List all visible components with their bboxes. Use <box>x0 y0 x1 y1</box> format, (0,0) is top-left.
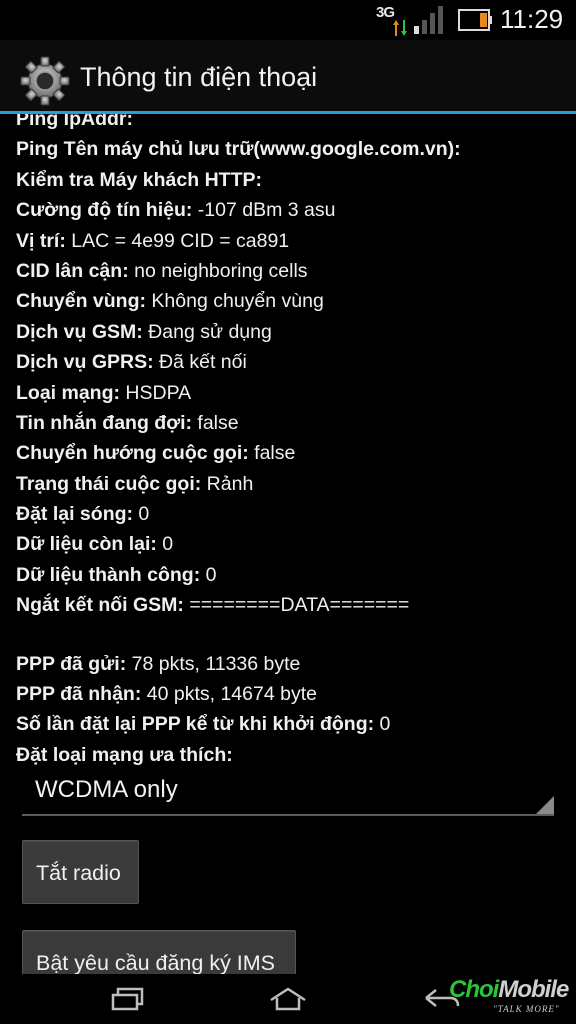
row-label: Dịch vụ GSM: <box>16 320 143 343</box>
network-type: 3G <box>376 4 395 21</box>
gear-icon[interactable] <box>20 56 70 106</box>
row-value: Rảnh <box>201 472 254 495</box>
clock: 11:29 <box>500 4 564 34</box>
dropdown-triangle-icon <box>536 796 554 814</box>
row-label: Ngắt kết nối GSM: <box>16 594 184 617</box>
data-activity-icon <box>393 20 407 36</box>
row-label: Vị trí: <box>16 229 66 252</box>
info-row-gsm-disconnects: Ngắt kết nối GSM: ========DATA======= <box>16 590 572 620</box>
phone-info-content[interactable]: Ping IpAddr: Ping Tên máy chủ lưu trữ(ww… <box>0 114 576 974</box>
turn-off-radio-button[interactable]: Tắt radio <box>22 840 139 904</box>
row-value: -107 dBm 3 asu <box>192 199 336 222</box>
info-row-message-waiting: Tin nhắn đang đợi: false <box>16 408 572 438</box>
info-list: Ping IpAddr: Ping Tên máy chủ lưu trữ(ww… <box>16 114 572 770</box>
row-value: no neighboring cells <box>128 259 308 282</box>
row-label: Đặt lại sóng: <box>16 503 134 526</box>
row-label: Đặt loại mạng ưa thích: <box>16 743 233 766</box>
row-label: Loại mạng: <box>16 381 121 404</box>
info-row-call-state: Trạng thái cuộc gọi: Rảnh <box>16 469 572 499</box>
info-row-data-attempts: Dữ liệu còn lại: 0 <box>16 529 572 559</box>
button-label: Tắt radio <box>36 861 121 885</box>
action-bar: Thông tin điện thoại <box>0 40 576 114</box>
row-value: 0 <box>133 503 150 526</box>
button-label: Bật yêu cầu đăng ký IMS <box>36 951 276 974</box>
home-icon[interactable] <box>268 986 308 1012</box>
row-label: Chuyển vùng: <box>16 290 146 313</box>
info-row-ping-host: Ping Tên máy chủ lưu trữ(www.google.com.… <box>16 134 572 164</box>
row-label: Dữ liệu thành công: <box>16 563 201 586</box>
brand-rest: Mobile <box>498 976 569 1003</box>
info-row-network-type: Loại mạng: HSDPA <box>16 378 572 408</box>
info-row-data-successes: Dữ liệu thành công: 0 <box>16 560 572 590</box>
info-row-neighbor-cid: CID lân cận: no neighboring cells <box>16 256 572 286</box>
row-label: Chuyển hướng cuộc gọi: <box>16 442 249 465</box>
info-row-ping-ip: Ping IpAddr: <box>16 114 572 134</box>
row-value: Không chuyển vùng <box>146 290 324 313</box>
info-row-call-forwarding: Chuyển hướng cuộc gọi: false <box>16 438 572 468</box>
signal-strength-icon <box>414 6 443 34</box>
row-value: 0 <box>374 713 391 736</box>
row-value: Đang sử dụng <box>142 320 272 343</box>
info-row-gsm-service: Dịch vụ GSM: Đang sử dụng <box>16 317 572 347</box>
ims-registration-button[interactable]: Bật yêu cầu đăng ký IMS <box>22 930 296 974</box>
row-label: Cường độ tín hiệu: <box>16 199 193 222</box>
row-label: Số lần đặt lại PPP kể từ khi khởi động: <box>16 713 375 736</box>
row-label: CID lân cận: <box>16 259 129 282</box>
row-value: false <box>192 411 239 434</box>
info-row-http-client: Kiểm tra Máy khách HTTP: <box>16 165 572 195</box>
spinner-selected-value: WCDMA only <box>35 776 178 803</box>
row-value: 0 <box>156 533 174 556</box>
row-label: Trạng thái cuộc gọi: <box>16 472 202 495</box>
row-value: false <box>248 442 296 465</box>
watermark-tagline: "TALK MORE" <box>493 1004 560 1014</box>
info-row-ppp-received: PPP đã nhận: 40 pkts, 14674 byte <box>16 679 572 709</box>
row-label: Dịch vụ GPRS: <box>16 351 154 374</box>
row-value: HSDPA <box>120 381 192 404</box>
row-value: 78 pkts, 11336 byte <box>126 652 301 675</box>
row-label: Kiểm tra Máy khách HTTP: <box>16 168 262 191</box>
row-label: Ping IpAddr: <box>16 114 133 130</box>
brand-green: Choi <box>449 976 499 1003</box>
battery-icon <box>458 9 492 31</box>
info-row-signal-strength: Cường độ tín hiệu: -107 dBm 3 asu <box>16 195 572 225</box>
row-label: PPP đã gửi: <box>16 652 127 675</box>
watermark-logo: ChoiMobile "TALK MORE" <box>445 968 575 1024</box>
info-row-ppp-resets: Số lần đặt lại PPP kể từ khi khởi động: … <box>16 709 572 739</box>
info-row-location: Vị trí: LAC = 4e99 CID = ca891 <box>16 226 572 256</box>
row-value: LAC = 4e99 CID = ca891 <box>65 229 290 252</box>
info-row-radio-resets: Đặt lại sóng: 0 <box>16 499 572 529</box>
watermark-brand: ChoiMobile <box>449 976 569 1004</box>
info-row-roaming: Chuyển vùng: Không chuyển vùng <box>16 286 572 316</box>
row-label: Tin nhắn đang đợi: <box>16 411 192 434</box>
status-bar: 3G 11:29 <box>0 0 576 40</box>
row-label: Ping Tên máy chủ lưu trữ(www.google.com.… <box>16 138 461 161</box>
info-row-ppp-sent: PPP đã gửi: 78 pkts, 11336 byte <box>16 649 572 679</box>
row-label: Dữ liệu còn lại: <box>16 533 157 556</box>
preferred-network-spinner[interactable]: WCDMA only <box>22 764 554 816</box>
row-value: 40 pkts, 14674 byte <box>141 683 317 706</box>
row-value: Đã kết nối <box>153 351 247 374</box>
row-label: PPP đã nhận: <box>16 683 142 706</box>
info-row-gprs-service: Dịch vụ GPRS: Đã kết nối <box>16 347 572 377</box>
row-value: ========DATA======= <box>183 594 410 617</box>
row-value: 0 <box>200 563 217 586</box>
recent-apps-icon[interactable] <box>110 987 146 1011</box>
page-title: Thông tin điện thoại <box>80 62 318 92</box>
